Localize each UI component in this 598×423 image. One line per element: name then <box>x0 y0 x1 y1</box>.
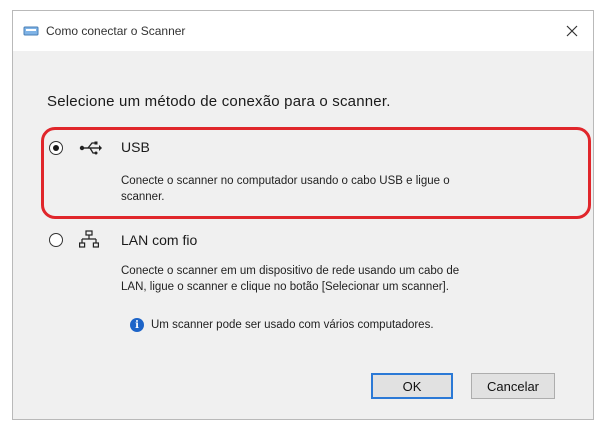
window-title: Como conectar o Scanner <box>46 24 186 38</box>
usb-option-description: Conecte o scanner no computador usando o… <box>121 173 450 205</box>
usb-desc-line: scanner. <box>121 191 165 203</box>
usb-icon <box>79 141 102 155</box>
info-icon: i <box>130 318 144 332</box>
connection-prompt: Selecione um método de conexão para o sc… <box>47 93 391 110</box>
scanner-app-icon <box>23 26 39 36</box>
usb-radio[interactable] <box>49 141 63 155</box>
wired-lan-radio[interactable] <box>49 233 63 247</box>
wired-lan-icon <box>79 230 99 248</box>
usb-desc-line: Conecte o scanner no computador usando o… <box>121 175 450 187</box>
ok-button[interactable]: OK <box>371 373 453 399</box>
title-bar: Como conectar o Scanner <box>13 11 593 51</box>
dialog-window: Como conectar o Scanner Selecione um mét… <box>12 10 594 420</box>
wired-lan-option-label[interactable]: LAN com fio <box>121 232 197 248</box>
wired-lan-desc-line: Conecte o scanner em um dispositivo de r… <box>121 265 460 277</box>
wired-lan-option-description: Conecte o scanner em um dispositivo de r… <box>121 263 459 295</box>
info-note: i Um scanner pode ser usado com vários c… <box>130 317 434 333</box>
close-icon <box>566 25 578 37</box>
cancel-button[interactable]: Cancelar <box>471 373 555 399</box>
close-button[interactable] <box>557 17 587 45</box>
info-text: Um scanner pode ser usado com vários com… <box>151 319 434 331</box>
usb-option-label[interactable]: USB <box>121 139 150 155</box>
wired-lan-desc-line: LAN, ligue o scanner e clique no botão [… <box>121 281 449 293</box>
